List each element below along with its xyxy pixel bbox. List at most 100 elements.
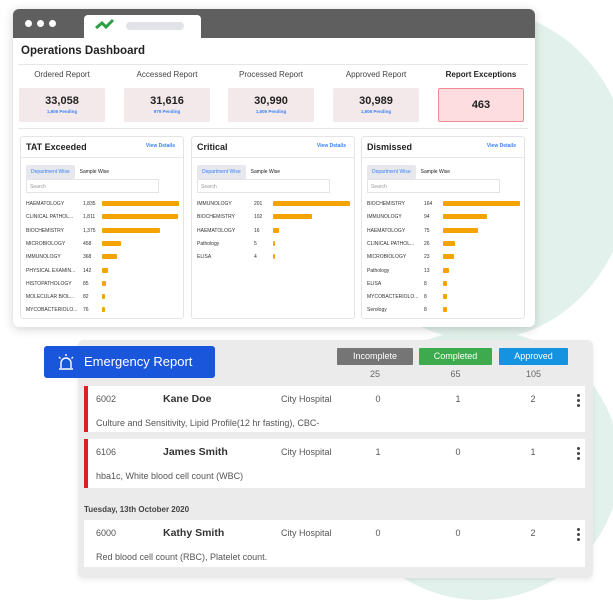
patient-id: 6106 [96,447,117,457]
stat-card[interactable]: 463 [438,88,524,122]
department-row[interactable]: Pathology 5 [197,240,352,249]
department-row[interactable]: HAEMATOLOGY 75 [367,227,522,236]
approved-count: 2 [530,528,536,538]
count-bar [102,280,106,286]
stat-pending[interactable]: 1,605 Pending [228,109,314,114]
department-name: CLINICAL PATHOL... [367,240,415,247]
department-row[interactable]: Serology 8 [367,307,522,315]
count-bar [102,294,106,300]
department-count: 142 [83,267,92,274]
check-logo-icon [95,18,115,30]
department-row[interactable]: MYCOBACTERIOLO... 8 [367,294,522,302]
patient-row[interactable]: 6000 Kathy Smith City Hospital 0 0 2 Red… [84,520,585,567]
view-details-link[interactable]: View Details [487,143,516,149]
count-bar [102,201,179,206]
view-details-link[interactable]: View Details [317,143,346,149]
count-bar [102,240,122,246]
patient-name: James Smith [163,446,228,458]
department-name: Serology [367,307,387,314]
window-dot[interactable] [37,20,44,27]
stat-pending[interactable]: 1,606 Pending [19,109,105,114]
search-input[interactable]: Search [26,179,159,193]
department-row[interactable]: CLINICAL PATHOL... 26 [367,240,522,249]
stat-value: 31,616 [150,95,184,107]
stat-card[interactable]: 30,990 1,605 Pending [228,88,314,122]
count-bar [443,280,447,286]
stat-label: Processed Report [238,70,304,79]
more-options-icon[interactable] [577,447,580,462]
tab-sample-wise[interactable]: Sample Wise [75,165,114,179]
badge-approved[interactable]: Approved [499,348,568,365]
department-row[interactable]: IMMUNOLOGY 94 [367,214,522,222]
department-count: 75 [424,227,430,234]
browser-tab[interactable] [84,15,201,39]
badge-incomplete[interactable]: Incomplete [337,348,413,365]
department-name: MYCOBACTERIOLO... [367,294,419,301]
department-row[interactable]: Pathology 13 [367,267,522,276]
tab-department-wise[interactable]: Department Wise [26,165,75,179]
patient-row[interactable]: 6002 Kane Doe City Hospital 0 1 2 Cultur… [84,386,585,432]
stat-card[interactable]: 31,616 979 Pending [124,88,210,122]
patient-id: 6002 [96,394,117,404]
department-count: 8 [424,294,427,301]
badge-completed[interactable]: Completed [419,348,492,365]
department-row[interactable]: MICROBIOLOGY 23 [367,254,522,262]
count-bar [273,240,275,246]
count-bar [443,201,520,206]
department-row[interactable]: MOLECULAR BIOL... 82 [26,294,181,302]
tab-sample-wise[interactable]: Sample Wise [416,165,455,179]
stat-pending[interactable]: 979 Pending [124,109,210,114]
window-dot[interactable] [49,20,56,27]
count-bar [443,294,447,300]
search-input[interactable]: Search [197,179,330,193]
stat-card[interactable]: 30,989 1,606 Pending [333,88,419,122]
panel-title: Dismissed [367,142,413,152]
view-details-link[interactable]: View Details [146,143,175,149]
department-row[interactable]: HAEMATOLOGY 16 [197,227,352,236]
divider [18,128,528,129]
stat-label: Ordered Report [34,70,90,79]
department-row[interactable]: MICROBIOLOGY 458 [26,240,181,249]
department-count: 5 [254,240,257,247]
department-count: 13 [424,267,430,274]
department-row[interactable]: ELISA 8 [367,280,522,289]
department-count: 1,375 [83,227,96,234]
department-row[interactable]: BIOCHEMISTRY 1,375 [26,227,181,236]
more-options-icon[interactable] [577,394,580,409]
department-row[interactable]: HAEMATOLOGY 1,835 [26,201,181,209]
window-dot[interactable] [25,20,32,27]
stat-pending[interactable]: 1,606 Pending [333,109,419,114]
department-name: IMMUNOLOGY [197,201,232,207]
search-input[interactable]: Search [367,179,500,193]
patient-id: 6000 [96,528,117,538]
department-row[interactable]: ELISA 4 [197,254,352,262]
more-options-icon[interactable] [577,528,580,543]
approved-count: 2 [530,394,536,404]
patient-row[interactable]: 6106 James Smith City Hospital 1 0 1 hba… [84,439,585,488]
department-row[interactable]: HISTOPATHOLOGY 85 [26,280,181,289]
department-count: 76 [83,307,89,314]
stat-value: 33,058 [45,95,79,107]
department-row[interactable]: PHYSICAL EXAMIN... 142 [26,267,181,276]
department-row[interactable]: MYCOBACTERIOLO... 76 [26,307,181,315]
department-row[interactable]: IMMUNOLOGY 368 [26,254,181,262]
department-name: BIOCHEMISTRY [367,201,405,207]
approved-count: 1 [530,447,536,457]
tab-department-wise[interactable]: Department Wise [197,165,246,179]
stat-card[interactable]: 33,058 1,606 Pending [19,88,105,122]
emergency-report-button[interactable]: Emergency Report [44,346,215,378]
incomplete-count: 1 [375,447,381,457]
department-row[interactable]: CLINICAL PATHOL... 1,811 [26,214,181,222]
department-row[interactable]: IMMUNOLOGY 201 [197,201,352,209]
count-bar [102,254,118,260]
department-count: 8 [424,280,427,287]
department-row[interactable]: BIOCHEMISTRY 164 [367,201,522,209]
siren-icon [58,354,74,370]
count-bar [443,214,488,220]
tab-department-wise[interactable]: Department Wise [367,165,416,179]
department-name: IMMUNOLOGY [367,214,402,221]
tab-sample-wise[interactable]: Sample Wise [246,165,285,179]
department-count: 23 [424,254,430,261]
department-row[interactable]: BIOCHEMISTRY 102 [197,214,352,222]
department-count: 1,811 [83,214,96,221]
